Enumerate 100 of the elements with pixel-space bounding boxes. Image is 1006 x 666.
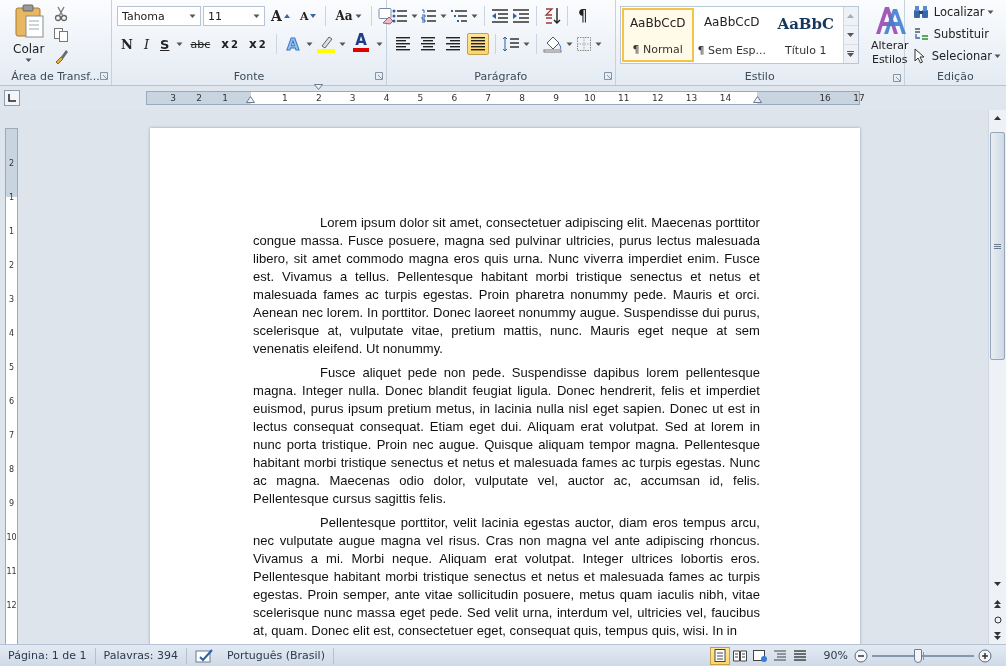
grow-font-button[interactable]: A	[267, 5, 294, 27]
caret-icon[interactable]	[176, 41, 184, 47]
bold-button[interactable]: N	[117, 33, 137, 55]
show-marks-button[interactable]: ¶	[574, 5, 592, 27]
dialog-launcher-icon[interactable]	[892, 73, 901, 82]
scissors-icon[interactable]	[53, 6, 70, 22]
ruler-number: 6	[451, 93, 458, 103]
caret-icon[interactable]	[986, 9, 994, 15]
shrink-font-button[interactable]: A	[295, 5, 321, 27]
ruler-number: 14	[719, 93, 732, 103]
tab-selector[interactable]	[4, 90, 20, 106]
edit-command[interactable]: Selecionar	[930, 47, 1002, 65]
change-styles-button[interactable]: Alterar Estilos	[864, 38, 915, 69]
slider-thumb[interactable]	[913, 648, 922, 663]
ruler-number: 5	[417, 93, 424, 103]
zoom-level[interactable]: 90%	[823, 649, 848, 662]
scrollbar-thumb[interactable]	[990, 132, 1005, 360]
underline-button[interactable]: S	[156, 33, 174, 55]
line-spacing-icon[interactable]	[502, 36, 520, 52]
dialog-launcher-icon[interactable]	[100, 72, 108, 80]
borders-icon[interactable]	[576, 36, 592, 52]
ruler-number: 13	[685, 93, 698, 103]
caret-icon[interactable]	[411, 13, 418, 19]
style-item[interactable]: AaBbC Título 1	[769, 8, 842, 62]
browse-object-icon[interactable]	[993, 616, 1002, 624]
increase-indent-icon[interactable]	[512, 9, 530, 23]
paste-button[interactable]: Colar	[10, 38, 48, 64]
caret-icon[interactable]	[339, 41, 346, 47]
style-name: ¶ Normal	[632, 43, 683, 56]
zoom-in-icon[interactable]	[978, 648, 992, 663]
ruler-number: 6	[8, 396, 15, 406]
style-name: Título 1	[785, 44, 827, 57]
change-case-button[interactable]: Aa	[331, 5, 366, 27]
ruler-number: 4	[8, 328, 15, 338]
right-indent-icon[interactable]	[753, 96, 763, 103]
dialog-launcher-icon[interactable]	[375, 72, 383, 80]
caret-icon[interactable]	[25, 58, 33, 63]
sort-icon[interactable]	[543, 7, 561, 25]
ruler-number: 5	[8, 362, 15, 372]
font-name-field[interactable]: Tahoma	[117, 6, 201, 26]
style-item[interactable]: AaBbCcD ¶ Normal	[621, 8, 694, 62]
font-color-button[interactable]: A	[349, 32, 373, 56]
view-icon	[731, 647, 748, 664]
binoculars-icon	[912, 5, 929, 19]
left-indent-icon[interactable]	[246, 96, 255, 103]
body-paragraph: Pellentesque porttitor, velit lacinia egestas auctor, diam eros tempus arcu, nec vulputate augue magna vel risus. Cras non magna vel ante adipiscing rhoncus. Vivamus a mi. Morbi neque. Aliquam erat volutpat. Integer ultrices lobortis eros. Pellentesque habitant morbi tristique senectus et netus et malesuada fames ac turpis egestas. Proin semper, ante vitae sollicitudin posuere, metus quam iaculis nibh, vitae scelerisque nunc massa eget pede. Sed velit urna, interdum vel, ultricies vel, faucibus at, quam. Donec elit est, consectetuer eget, consequat quis, tempus quis, wisi. In in	[253, 514, 760, 640]
style-item[interactable]: AaBbCcD ¶ Sem Esp...	[695, 8, 768, 62]
view-button[interactable]	[709, 646, 730, 665]
multilevel-list-icon[interactable]	[450, 9, 468, 23]
numbered-list-icon[interactable]	[421, 9, 437, 23]
edit-command[interactable]: Localizar	[932, 3, 995, 21]
scroll-down-icon[interactable]	[994, 582, 1001, 586]
language-label[interactable]: Português (Brasil)	[218, 647, 334, 664]
next-page-icon[interactable]	[994, 632, 1001, 640]
caret-icon[interactable]	[471, 13, 478, 19]
ruler-number: 12	[6, 600, 17, 610]
caret-icon[interactable]	[306, 41, 313, 47]
word-count[interactable]: Palavras: 394	[95, 647, 187, 664]
dialog-launcher-icon[interactable]	[603, 72, 612, 80]
decrease-indent-icon[interactable]	[491, 9, 509, 23]
paintbrush-icon[interactable]	[53, 48, 70, 64]
style-preview: AaBbCcD	[703, 15, 760, 29]
ruler-number: 7	[8, 430, 15, 440]
scroll-up-icon[interactable]	[994, 116, 1001, 120]
ruler-number: 10	[6, 532, 17, 542]
align-button[interactable]	[467, 33, 489, 55]
clipboard-icon[interactable]	[13, 4, 44, 38]
ruler-number: 3	[8, 294, 15, 304]
caret-icon[interactable]	[523, 41, 530, 47]
copy-icon[interactable]	[53, 27, 70, 43]
caret-icon[interactable]	[595, 41, 602, 47]
styles-letters-icon[interactable]	[873, 4, 906, 36]
caret-icon[interactable]	[440, 13, 447, 19]
grip-icon	[994, 243, 1001, 249]
ruler-number: 16	[819, 93, 831, 103]
caret-icon[interactable]	[253, 13, 260, 19]
font-size-field[interactable]: 11	[203, 6, 265, 26]
strikethrough-button[interactable]: abc	[186, 33, 215, 55]
italic-button[interactable]: I	[139, 33, 154, 55]
caret-icon[interactable]	[376, 41, 383, 47]
caret-icon[interactable]	[994, 53, 1001, 59]
highlighter-icon[interactable]	[316, 34, 336, 54]
more-icon[interactable]	[847, 51, 855, 57]
page-count[interactable]: Página: 1 de 1	[0, 647, 96, 664]
scroll-down-icon[interactable]	[847, 33, 855, 37]
caret-icon[interactable]	[189, 13, 196, 19]
caret-icon[interactable]	[354, 13, 362, 19]
paint-bucket-icon[interactable]	[543, 35, 563, 53]
bullet-list-icon[interactable]	[392, 9, 408, 23]
eraser-icon[interactable]	[376, 7, 395, 25]
edit-command[interactable]: Substituir	[932, 25, 991, 43]
vertical-ruler[interactable]: 2 1 1 2 3 4 5 6 7 8 9 10 11 12	[5, 128, 18, 644]
proofing-icon[interactable]	[194, 647, 215, 664]
zoom-out-icon[interactable]	[854, 648, 868, 663]
zoom-slider[interactable]	[872, 648, 974, 663]
group-label: Fonte	[233, 69, 265, 83]
document-page[interactable]	[150, 128, 860, 644]
caret-icon[interactable]	[566, 41, 573, 47]
previous-page-icon[interactable]	[994, 600, 1001, 608]
up-triangle-icon	[283, 14, 290, 18]
